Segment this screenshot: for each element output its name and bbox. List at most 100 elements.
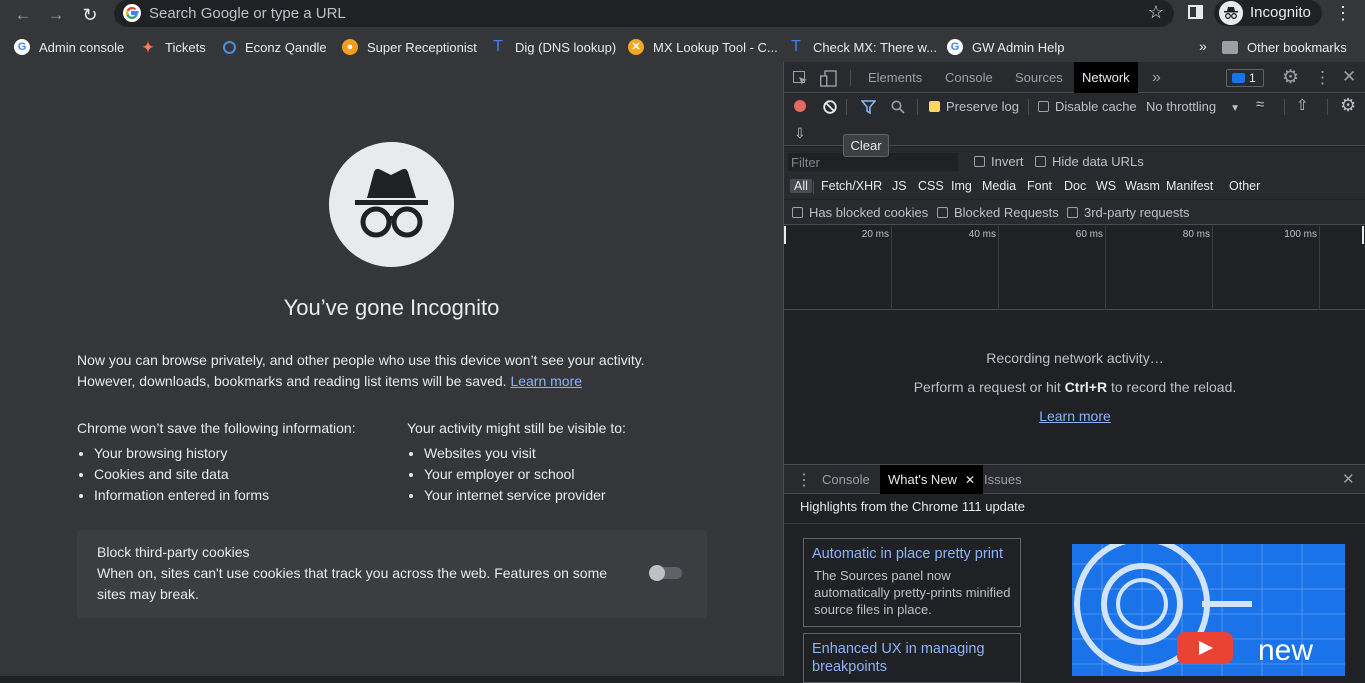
clear-icon[interactable] — [823, 100, 837, 114]
settings-gear-icon[interactable]: ⚙ — [1282, 66, 1299, 89]
drawer-tab-issues[interactable]: Issues — [984, 465, 1022, 494]
type-filter-media[interactable]: Media — [982, 179, 1016, 193]
type-filter-img[interactable]: Img — [951, 179, 972, 193]
incognito-intro: Now you can browse privately, and other … — [77, 350, 697, 392]
bookmark-super-receptionist[interactable]: ● Super Receptionist — [342, 38, 477, 56]
feature-card-title[interactable]: Automatic in place pretty print — [804, 539, 1020, 563]
tick-label: 20 ms — [861, 229, 889, 240]
tab-console[interactable]: Console — [945, 62, 993, 93]
learn-more-link[interactable]: Learn more — [510, 373, 582, 389]
disable-cache-label: Disable cache — [1055, 99, 1137, 114]
checkbox[interactable] — [1035, 156, 1046, 167]
bookmark-admin-console[interactable]: G Admin console — [14, 38, 124, 56]
type-filter-js[interactable]: JS — [892, 179, 907, 193]
record-icon[interactable] — [794, 100, 806, 112]
chrome-menu-icon[interactable]: ⋮ — [1334, 3, 1352, 23]
filter-icon[interactable] — [861, 100, 876, 114]
search-icon[interactable] — [891, 100, 905, 114]
omnibox-input[interactable] — [149, 3, 1129, 23]
issues-counter[interactable]: 1 — [1226, 69, 1264, 87]
profile-button[interactable]: Incognito — [1214, 0, 1322, 26]
timeline-gridline: 60 ms — [1076, 226, 1106, 310]
whats-new-video-thumbnail[interactable]: new — [1072, 544, 1345, 676]
invert-checkbox[interactable]: Invert — [974, 154, 1024, 169]
checkbox-checked[interactable] — [929, 101, 940, 112]
type-filter-other[interactable]: Other — [1229, 179, 1260, 193]
checkbox[interactable] — [974, 156, 985, 167]
bookmark-check-mx[interactable]: T Check MX: There w... — [788, 38, 937, 56]
bookmark-star-icon[interactable]: ☆ — [1148, 2, 1164, 23]
close-devtools-icon[interactable]: ✕ — [1342, 67, 1356, 87]
checkbox[interactable] — [1038, 101, 1049, 112]
network-overview-timeline[interactable]: 20 ms 40 ms 60 ms 80 ms 100 ms — [784, 226, 1365, 310]
timeline-gridline: 80 ms — [1183, 226, 1213, 310]
type-filter-css[interactable]: CSS — [918, 179, 944, 193]
other-bookmarks-label: Other bookmarks — [1247, 39, 1347, 55]
close-drawer-icon[interactable]: ✕ — [1342, 470, 1355, 488]
chevron-down-icon: ▼ — [1230, 103, 1240, 114]
block-cookies-toggle[interactable] — [649, 565, 682, 581]
divider — [813, 181, 814, 194]
export-har-icon[interactable]: ⇩ — [794, 125, 806, 142]
has-blocked-cookies-checkbox[interactable]: Has blocked cookies — [792, 205, 928, 220]
timeline-gridline: 20 ms — [862, 226, 892, 310]
blocked-requests-label: Blocked Requests — [954, 205, 1059, 220]
type-filter-font[interactable]: Font — [1027, 179, 1052, 193]
close-tab-icon[interactable]: ✕ — [965, 473, 975, 487]
type-filter-wasm[interactable]: Wasm — [1125, 179, 1160, 193]
more-tabs-button[interactable]: » — [1152, 62, 1161, 93]
tab-network[interactable]: Network — [1074, 62, 1138, 93]
incognito-icon — [329, 142, 454, 267]
drawer-tab-console[interactable]: Console — [822, 465, 870, 494]
disable-cache-checkbox[interactable]: Disable cache — [1038, 99, 1137, 114]
type-filter-manifest[interactable]: Manifest — [1166, 179, 1213, 193]
other-bookmarks-folder[interactable]: Other bookmarks — [1222, 38, 1347, 56]
still-visible-section: Your activity might still be visible to:… — [407, 418, 626, 506]
hide-data-urls-checkbox[interactable]: Hide data URLs — [1035, 154, 1144, 169]
drawer-menu-icon[interactable]: ⋮ — [796, 470, 812, 490]
youtube-play-icon[interactable] — [1177, 632, 1233, 664]
throttling-value: No throttling — [1146, 99, 1217, 114]
timeline-handle-left[interactable] — [784, 226, 786, 244]
checkbox[interactable] — [792, 207, 803, 218]
bookmark-mx-lookup[interactable]: ✕ MX Lookup Tool - C... — [628, 38, 778, 56]
feature-card-description: The Sources panel now automatically pret… — [814, 568, 1011, 617]
bookmark-gw-admin-help[interactable]: G GW Admin Help — [947, 38, 1064, 56]
forward-icon[interactable]: → — [44, 3, 68, 27]
inspect-element-icon[interactable] — [793, 71, 808, 86]
device-toolbar-icon[interactable] — [820, 70, 837, 87]
type-filter-fetch-xhr[interactable]: Fetch/XHR — [821, 179, 882, 193]
network-learn-more-link[interactable]: Learn more — [784, 408, 1365, 424]
checkbox[interactable] — [1067, 207, 1078, 218]
network-conditions-icon[interactable]: ≈ — [1256, 96, 1264, 113]
timeline-handle-right[interactable] — [1362, 226, 1364, 244]
network-settings-icon[interactable]: ⚙ — [1340, 95, 1356, 116]
preserve-log-checkbox[interactable]: Preserve log — [929, 99, 1019, 114]
bookmark-label: Tickets — [165, 39, 206, 55]
super-receptionist-icon: ● — [342, 39, 358, 55]
third-party-requests-checkbox[interactable]: 3rd-party requests — [1067, 205, 1190, 220]
throttling-select[interactable]: No throttling ▼ — [1146, 99, 1240, 114]
tab-elements[interactable]: Elements — [868, 62, 922, 93]
side-panel-icon[interactable] — [1188, 5, 1203, 19]
reload-icon[interactable]: ↻ — [78, 3, 102, 27]
back-icon[interactable]: ← — [11, 3, 35, 27]
feature-card[interactable]: Automatic in place pretty print The Sour… — [803, 538, 1021, 627]
type-filter-ws[interactable]: WS — [1096, 179, 1116, 193]
tab-sources[interactable]: Sources — [1015, 62, 1063, 93]
bookmarks-overflow-button[interactable]: » — [1199, 38, 1207, 54]
feature-card-title[interactable]: Enhanced UX in managing breakpoints — [804, 634, 1020, 676]
bookmark-tickets[interactable]: ✦ Tickets — [140, 38, 206, 56]
devtools-menu-icon[interactable]: ⋮ — [1314, 68, 1331, 88]
drawer-tab-whats-new[interactable]: What's New ✕ — [880, 465, 984, 494]
checkbox[interactable] — [937, 207, 948, 218]
type-filter-doc[interactable]: Doc — [1064, 179, 1086, 193]
import-har-icon[interactable]: ⇧ — [1296, 96, 1309, 114]
blocked-requests-checkbox[interactable]: Blocked Requests — [937, 205, 1059, 220]
type-filter-all[interactable]: All — [790, 179, 812, 193]
bookmark-dig-dns[interactable]: T Dig (DNS lookup) — [490, 38, 616, 56]
bookmark-econz-qandle[interactable]: Econz Qandle — [223, 38, 327, 56]
profile-label: Incognito — [1250, 4, 1311, 21]
omnibox[interactable]: ☆ — [114, 0, 1174, 27]
incognito-avatar-icon — [1219, 1, 1243, 25]
